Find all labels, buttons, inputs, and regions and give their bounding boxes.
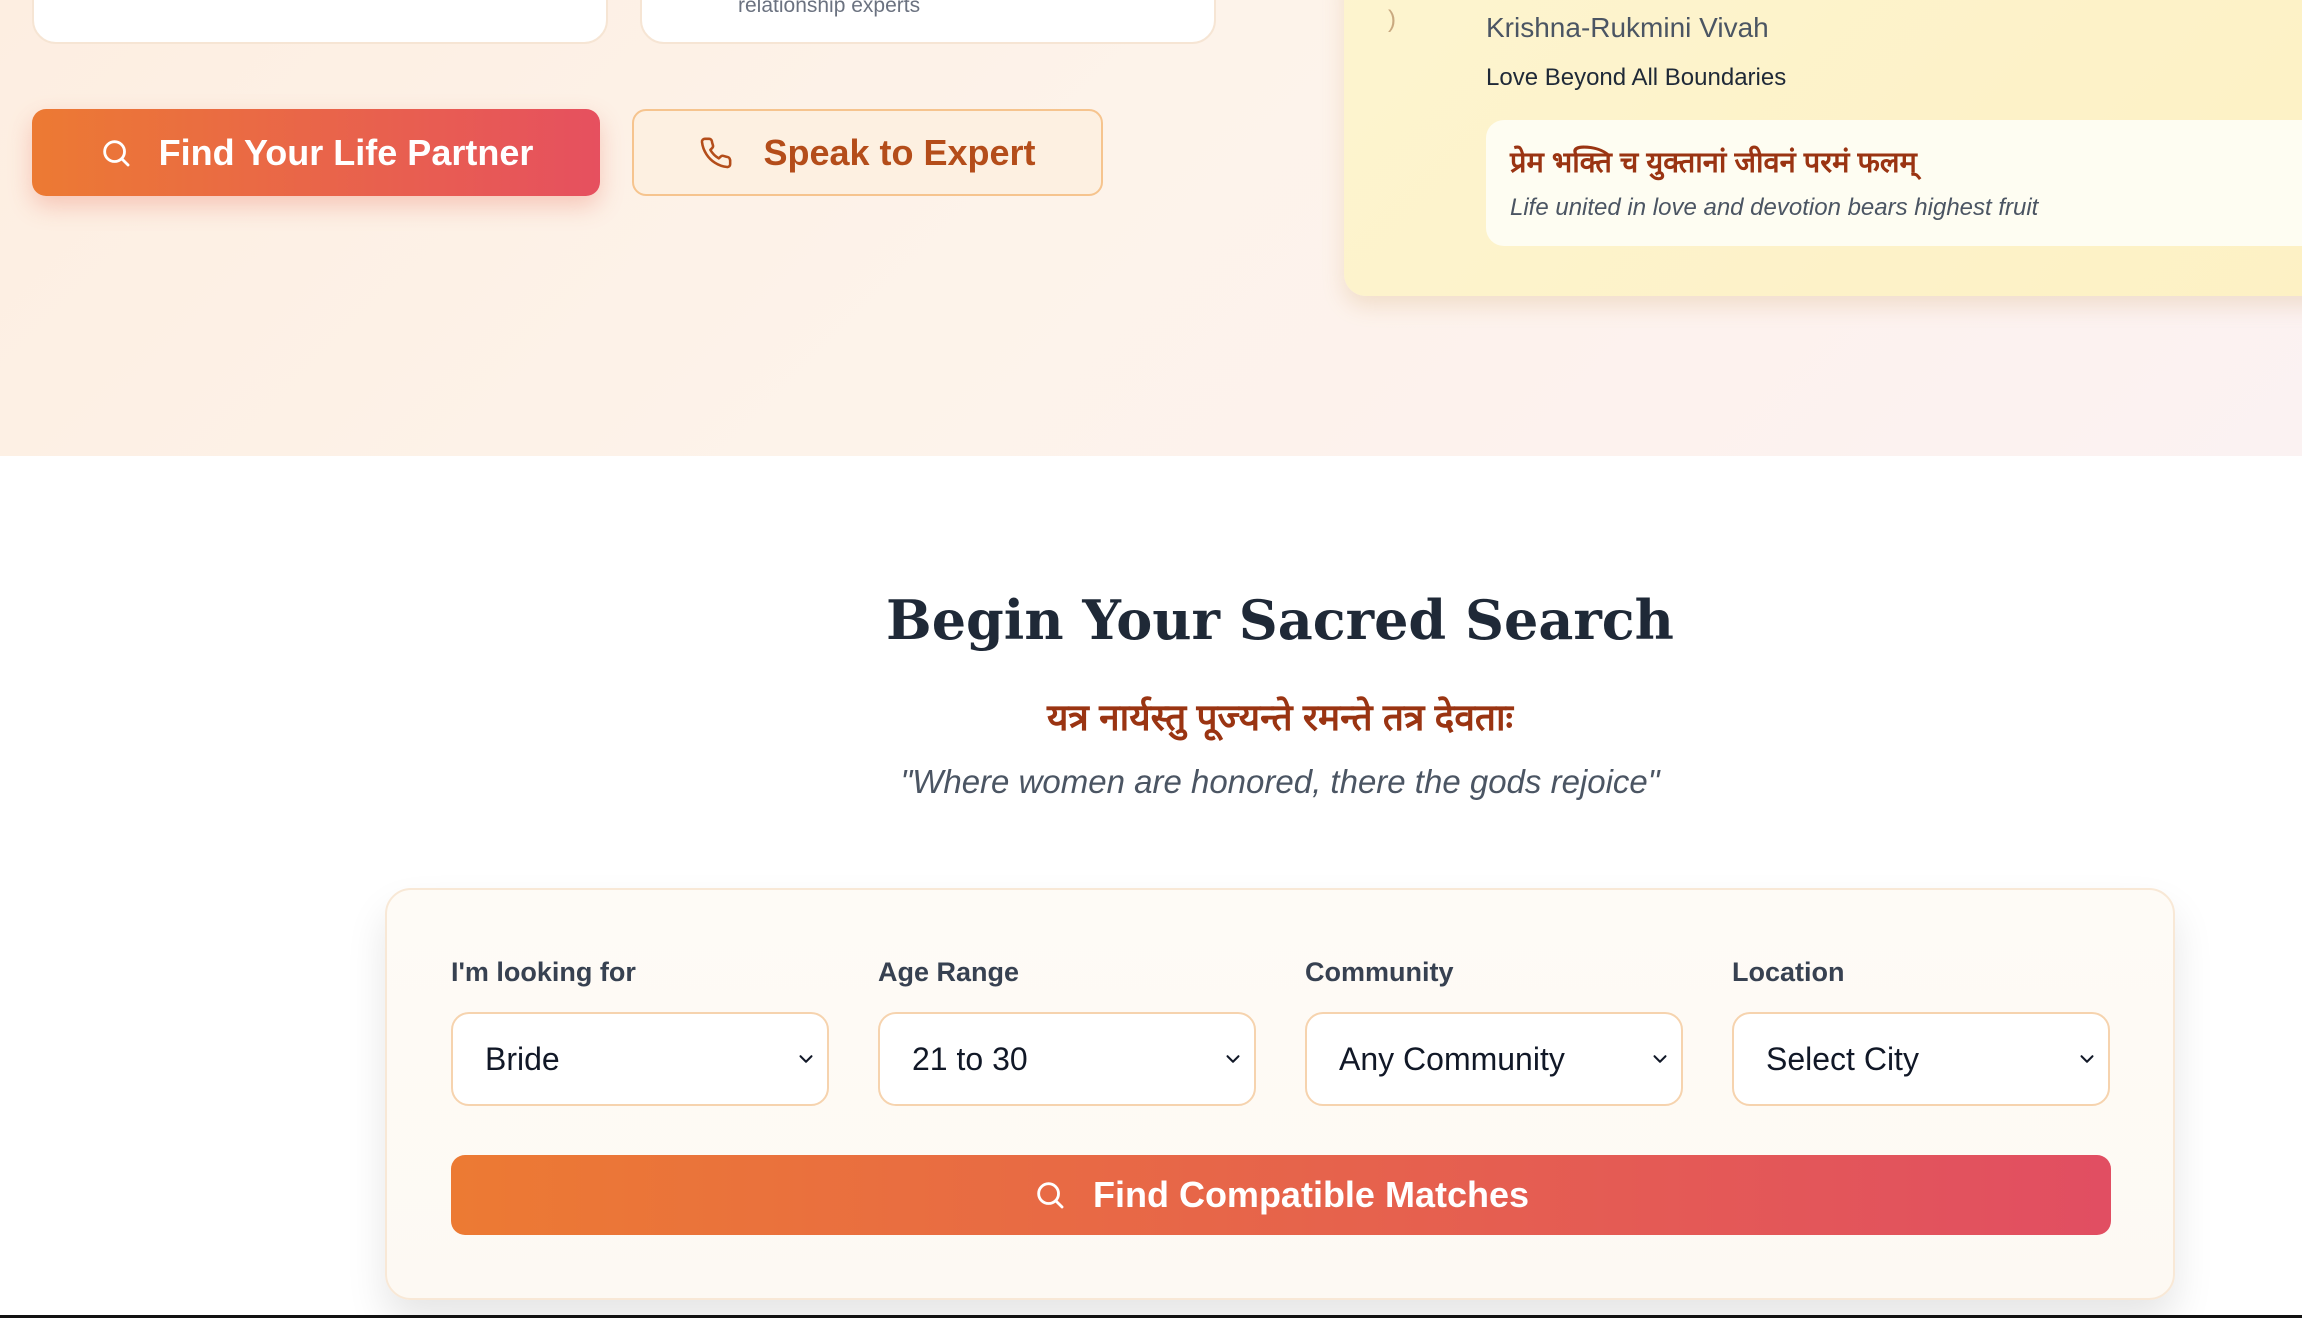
stat-card: relationship experts [640, 0, 1216, 44]
looking-for-field: I'm looking for Bride [451, 957, 829, 1106]
quote-card-title: Krishna-Rukmini Vivah [1486, 12, 1769, 43]
community-value: Any Community [1339, 1040, 1565, 1077]
find-compatible-matches-button[interactable]: Find Compatible Matches [451, 1155, 2111, 1235]
looking-for-value: Bride [485, 1040, 560, 1077]
age-range-value: 21 to 30 [912, 1040, 1028, 1077]
stat-card [32, 0, 608, 44]
location-label: Location [1732, 957, 1845, 987]
featured-quote-card: ) Krishna-Rukmini Vivah Love Beyond All … [1344, 0, 2302, 296]
looking-for-select[interactable]: Bride [451, 1012, 829, 1106]
community-select[interactable]: Any Community [1305, 1012, 1683, 1106]
location-field: Location Select City [1732, 957, 2110, 1106]
quote-mark-icon: ) [1388, 6, 1396, 33]
chevron-down-icon [1649, 1048, 1671, 1070]
speak-to-expert-button[interactable]: Speak to Expert [632, 109, 1103, 196]
quote-card-verse: प्रेम भक्ति च युक्तानां जीवनं परमं फलम् … [1486, 120, 2302, 246]
age-range-field: Age Range 21 to 30 [878, 957, 1256, 1106]
speak-to-expert-label: Speak to Expert [763, 131, 1036, 173]
location-value: Select City [1766, 1040, 1919, 1077]
find-life-partner-label: Find Your Life Partner [158, 131, 534, 173]
find-compatible-matches-label: Find Compatible Matches [1092, 1174, 1530, 1215]
section-title: Begin Your Sacred Search [886, 588, 1674, 652]
age-range-select[interactable]: 21 to 30 [878, 1012, 1256, 1106]
search-form-card: I'm looking for Bride Age Range 21 to 30… [385, 888, 2175, 1300]
chevron-down-icon [2076, 1048, 2098, 1070]
chevron-down-icon [1222, 1048, 1244, 1070]
phone-icon [699, 136, 733, 170]
community-field: Community Any Community [1305, 957, 1683, 1106]
verse-translation: Life united in love and devotion bears h… [1510, 194, 2039, 221]
find-life-partner-button[interactable]: Find Your Life Partner [32, 109, 600, 196]
search-icon [99, 136, 133, 170]
section-sanskrit-verse: यत्र नार्यस्तु पूज्यन्ते रमन्ते तत्र देव… [1046, 697, 1514, 738]
verse-sanskrit: प्रेम भक्ति च युक्तानां जीवनं परमं फलम् [1510, 147, 1917, 179]
quote-card-subtitle: Love Beyond All Boundaries [1486, 64, 1787, 91]
looking-for-label: I'm looking for [451, 957, 636, 987]
stat-card-subtext: relationship experts [738, 0, 921, 17]
section-quote: "Where women are honored, there the gods… [900, 763, 1660, 800]
chevron-down-icon [795, 1048, 817, 1070]
age-range-label: Age Range [878, 957, 1020, 987]
location-select[interactable]: Select City [1732, 1012, 2110, 1106]
community-label: Community [1305, 957, 1454, 987]
search-icon [1033, 1178, 1067, 1212]
hero-section: relationship experts Find Your Life Part… [0, 0, 2302, 456]
